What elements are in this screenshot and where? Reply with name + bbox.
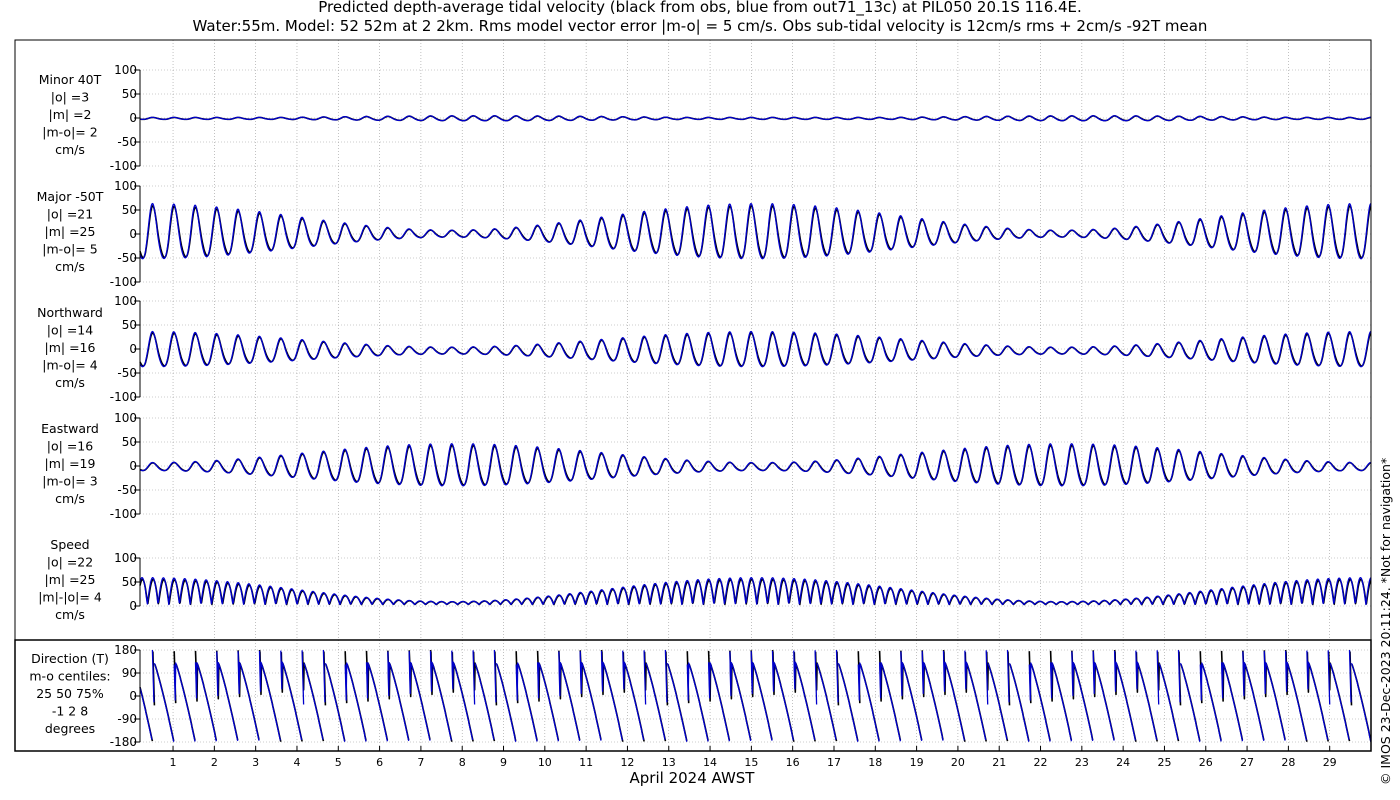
tidal-velocity-chart: 1 2 3 4 5 6 7 8 9 10 11 12 13 14 15 16 17 18 19 20 21 22 23 24 2… xyxy=(14,39,1372,787)
x-tick-label: 19 xyxy=(910,756,924,769)
y-tick-label: -100 xyxy=(110,275,137,289)
series-model-northward xyxy=(139,330,1372,368)
y-tick-label: 100 xyxy=(114,411,137,425)
y-tick-label: 0 xyxy=(129,227,137,241)
x-tick-label: 1 xyxy=(170,756,177,769)
y-tick-label: 50 xyxy=(122,575,137,589)
x-tick-label: 24 xyxy=(1116,756,1130,769)
x-tick-label: 17 xyxy=(827,756,841,769)
panel-label-line: Northward xyxy=(37,305,103,320)
panel-label-line: cm/s xyxy=(55,259,85,274)
data-layer xyxy=(139,115,1372,742)
panel-label-line: cm/s xyxy=(55,491,85,506)
x-tick-label: 8 xyxy=(459,756,466,769)
y-tick-label: 50 xyxy=(122,87,137,101)
x-tick-label: 7 xyxy=(417,756,424,769)
panel-label-line: |m-o|= 3 xyxy=(42,474,97,489)
y-tick-label: 50 xyxy=(122,318,137,332)
x-tick-label: 18 xyxy=(868,756,882,769)
panel-label-line: Speed xyxy=(50,537,89,552)
x-tick-label: 20 xyxy=(951,756,965,769)
y-tick-label: -50 xyxy=(117,366,137,380)
x-tick-label: 29 xyxy=(1323,756,1337,769)
panel-label-line: |m-o|= 4 xyxy=(42,358,97,373)
copyright-notice: © IMOS 23-Dec-2023 20:11:24. *Not for na… xyxy=(1378,457,1393,785)
panel-label-line: m-o centiles: xyxy=(29,669,110,684)
panel-label-line: Direction (T) xyxy=(31,651,109,666)
panel-label-line: |m-o|= 2 xyxy=(42,125,97,140)
y-tick-label: -180 xyxy=(110,735,137,749)
panel-label-line: cm/s xyxy=(55,375,85,390)
y-tick-label: 0 xyxy=(129,111,137,125)
panel-label-line: |m| =25 xyxy=(45,224,96,239)
y-tick-label: 50 xyxy=(122,203,137,217)
panel-label-line: |m| =25 xyxy=(45,572,96,587)
y-tick-label: -100 xyxy=(110,507,137,521)
x-tick-label: 23 xyxy=(1075,756,1089,769)
x-tick-label: 22 xyxy=(1034,756,1048,769)
y-tick-label: 0 xyxy=(129,599,137,613)
series-model-major xyxy=(139,202,1372,260)
panel-label-line: |m|-|o|= 4 xyxy=(38,590,102,605)
panel-label-line: |o| =22 xyxy=(47,555,93,570)
x-tick-label: 6 xyxy=(376,756,383,769)
y-tick-label: -50 xyxy=(117,483,137,497)
x-tick-label: 3 xyxy=(252,756,259,769)
grid-layer xyxy=(140,40,1371,751)
x-tick-label: 27 xyxy=(1240,756,1254,769)
y-tick-label: 0 xyxy=(129,342,137,356)
panel-label-line: cm/s xyxy=(55,607,85,622)
y-tick-label: 50 xyxy=(122,435,137,449)
x-tick-label: 10 xyxy=(538,756,552,769)
x-tick-label: 5 xyxy=(335,756,342,769)
y-tick-label: 90 xyxy=(122,666,137,680)
panel-label-line: |o| =21 xyxy=(47,207,93,222)
y-tick-label: -50 xyxy=(117,135,137,149)
y-tick-label: 100 xyxy=(114,63,137,77)
series-model-minor xyxy=(139,115,1371,122)
x-tick-label: 25 xyxy=(1157,756,1171,769)
panel-label-line: |o| =16 xyxy=(47,439,93,454)
axis-layer: 1 2 3 4 5 6 7 8 9 10 11 12 13 14 15 16 17 18 19 20 21 22 23 24 2… xyxy=(14,39,1372,769)
y-tick-label: -100 xyxy=(110,390,137,404)
panel-label-line: 25 50 75% xyxy=(36,686,104,701)
panel-label-line: |m| =16 xyxy=(45,340,96,355)
x-tick-label: 11 xyxy=(579,756,593,769)
x-tick-label: 21 xyxy=(992,756,1006,769)
panel-label-line: |o| =3 xyxy=(51,90,89,105)
panel-label-line: |m| =19 xyxy=(45,456,96,471)
y-tick-label: 0 xyxy=(129,689,137,703)
y-tick-label: -50 xyxy=(117,251,137,265)
x-tick-label: 28 xyxy=(1281,756,1295,769)
x-tick-label: 13 xyxy=(662,756,676,769)
panel-label-line: |o| =14 xyxy=(47,323,93,338)
panel-label-line: |m-o|= 5 xyxy=(42,242,97,257)
y-tick-label: 100 xyxy=(114,294,137,308)
panel-label-line: degrees xyxy=(45,721,95,736)
upper-frame xyxy=(14,39,1372,641)
x-tick-label: 16 xyxy=(786,756,800,769)
y-tick-label: 100 xyxy=(114,551,137,565)
panel-label-line: Minor 40T xyxy=(39,72,102,87)
x-tick-label: 26 xyxy=(1199,756,1213,769)
y-tick-label: -90 xyxy=(117,712,137,726)
panel-label-line: Major -50T xyxy=(37,189,104,204)
panel-label-line: Eastward xyxy=(41,421,99,436)
y-tick-label: 100 xyxy=(114,179,137,193)
x-tick-label: 14 xyxy=(703,756,717,769)
panel-label-line: -1 2 8 xyxy=(52,704,88,719)
y-tick-label: 0 xyxy=(129,459,137,473)
y-tick-label: -100 xyxy=(110,159,137,173)
panel-label-line: cm/s xyxy=(55,142,85,157)
panel-label-line: |m| =2 xyxy=(49,107,92,122)
x-tick-label: 2 xyxy=(211,756,218,769)
x-tick-label: 15 xyxy=(744,756,758,769)
x-axis-label: April 2024 AWST xyxy=(630,769,756,787)
y-tick-label: 180 xyxy=(114,643,137,657)
x-tick-label: 9 xyxy=(500,756,507,769)
x-tick-label: 12 xyxy=(620,756,634,769)
x-tick-label: 4 xyxy=(293,756,300,769)
